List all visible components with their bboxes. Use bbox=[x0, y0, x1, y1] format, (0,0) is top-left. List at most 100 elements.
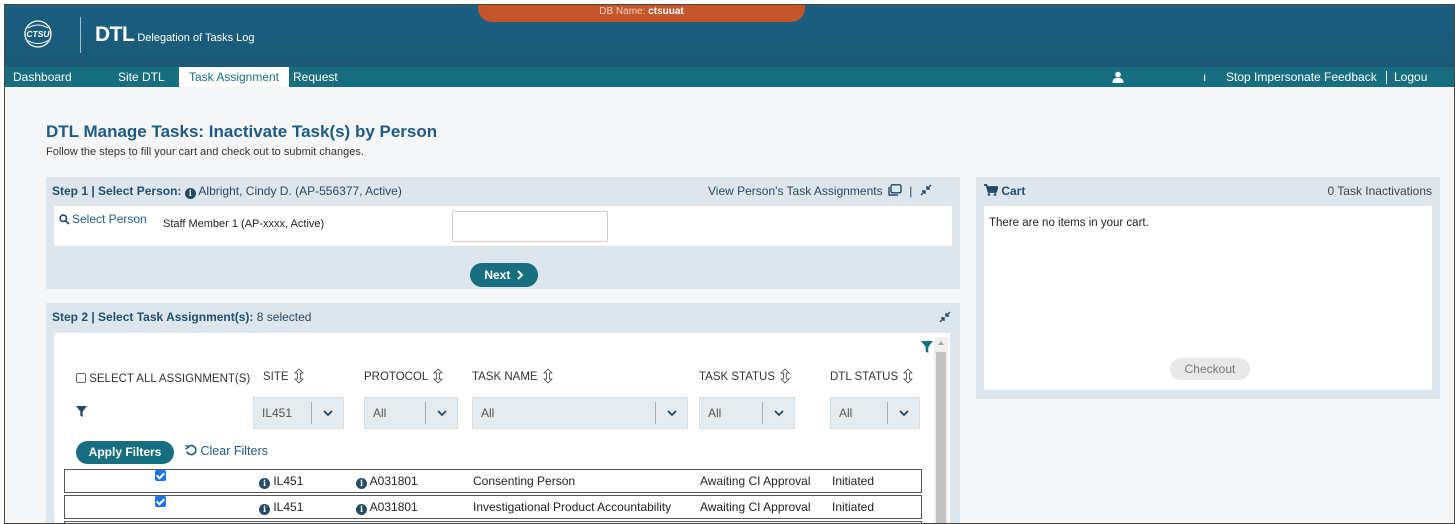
db-name-label: DB Name: bbox=[599, 6, 649, 17]
cell-protocol: i A031801 bbox=[356, 470, 418, 492]
nav-task-assignment[interactable]: Task Assignment bbox=[179, 67, 289, 87]
filter-icon bbox=[76, 406, 87, 417]
sort-icon[interactable] bbox=[433, 368, 444, 384]
info-icon[interactable]: i bbox=[356, 478, 367, 489]
step1-header-actions: View Person's Task Assignments | bbox=[708, 177, 932, 205]
table-row[interactable]: i IL451 i A031801 Consenting Person Awai… bbox=[64, 469, 922, 493]
site-filter-select[interactable]: IL451 bbox=[253, 397, 344, 429]
cell-site: i IL451 bbox=[259, 470, 303, 492]
sort-icon[interactable] bbox=[542, 368, 553, 384]
task-status-filter-select[interactable]: All bbox=[699, 397, 795, 429]
clear-filters-link[interactable]: Clear Filters bbox=[185, 444, 268, 458]
task-name-filter-select[interactable]: All bbox=[472, 397, 688, 429]
column-task-name[interactable]: TASK NAME bbox=[472, 368, 553, 384]
step2-label: Step 2 | Select Task Assignment(s): bbox=[52, 310, 254, 324]
chevron-down-icon[interactable] bbox=[887, 402, 919, 424]
cell-protocol-value: A031801 bbox=[369, 474, 418, 488]
cart-empty-message: There are no items in your cart. bbox=[989, 217, 1149, 229]
chevron-down-icon[interactable] bbox=[762, 402, 794, 424]
step2-header: Step 2 | Select Task Assignment(s): 8 se… bbox=[46, 303, 960, 331]
cell-task-name: Consenting Person bbox=[473, 474, 576, 488]
column-task-status[interactable]: TASK STATUS bbox=[699, 368, 791, 384]
sort-icon[interactable] bbox=[293, 368, 304, 384]
nav-site-dtl[interactable]: Site DTL bbox=[112, 67, 171, 87]
cart-panel: Cart 0 Task Inactivations There are no i… bbox=[976, 177, 1440, 399]
app-abbr: DTL bbox=[95, 23, 135, 46]
nav-dashboard[interactable]: Dashboard bbox=[7, 67, 78, 87]
column-protocol[interactable]: PROTOCOL bbox=[364, 368, 444, 384]
info-icon[interactable]: i bbox=[356, 504, 367, 515]
logout-link[interactable]: Logou bbox=[1394, 67, 1427, 87]
dtl-status-filter-value: All bbox=[839, 406, 853, 420]
task-name-filter-value: All bbox=[481, 406, 495, 420]
app-name: Delegation of Tasks Log bbox=[137, 32, 255, 44]
select-person-input[interactable] bbox=[452, 211, 608, 242]
table-scrollbar[interactable] bbox=[934, 337, 948, 523]
protocol-filter-value: All bbox=[373, 406, 387, 420]
stop-impersonate-link[interactable]: Stop Impersonate bbox=[1226, 67, 1321, 87]
cell-protocol: i A031801 bbox=[356, 496, 418, 518]
nav-separator bbox=[1386, 71, 1387, 84]
filter-icon[interactable] bbox=[921, 341, 933, 353]
chevron-down-icon[interactable] bbox=[311, 402, 343, 424]
page-subtitle: Follow the steps to fill your cart and c… bbox=[46, 146, 364, 158]
select-person-box: Select Person Staff Member 1 (AP-xxxx, A… bbox=[54, 206, 952, 246]
row-checkbox[interactable] bbox=[155, 496, 166, 507]
apply-filters-button[interactable]: Apply Filters bbox=[76, 441, 174, 464]
cell-task-status: Awaiting CI Approval bbox=[700, 500, 811, 514]
table-row[interactable]: i IL451 i A031801 Investigational Produc… bbox=[64, 495, 922, 519]
select-all-checkbox[interactable] bbox=[76, 373, 86, 383]
header-divider bbox=[80, 17, 81, 53]
feedback-link[interactable]: Feedback bbox=[1324, 67, 1377, 87]
info-icon[interactable]: i bbox=[184, 188, 196, 199]
collapse-icon[interactable] bbox=[920, 184, 932, 196]
select-all-label: SELECT ALL ASSIGNMENT(S) bbox=[89, 373, 251, 385]
reset-icon bbox=[185, 444, 197, 456]
step2-panel: Step 2 | Select Task Assignment(s): 8 se… bbox=[46, 303, 960, 523]
column-task-name-label: TASK NAME bbox=[472, 371, 538, 383]
protocol-filter-select[interactable]: All bbox=[364, 397, 458, 429]
select-person-label: Select Person bbox=[72, 212, 147, 226]
step1-label: Step 1 | Select Person: bbox=[52, 184, 182, 198]
cart-icon bbox=[984, 184, 999, 196]
new-window-icon[interactable] bbox=[888, 184, 902, 196]
scrollbar-thumb[interactable] bbox=[936, 352, 946, 523]
view-task-assignments-link[interactable]: View Person's Task Assignments bbox=[708, 184, 883, 198]
chevron-down-icon[interactable] bbox=[425, 402, 457, 424]
sort-icon[interactable] bbox=[780, 368, 791, 384]
nav-request[interactable]: Request bbox=[287, 67, 344, 87]
next-button-label: Next bbox=[484, 268, 511, 282]
db-name-tab: DB Name: ctsuuat bbox=[478, 5, 805, 22]
checkout-button[interactable]: Checkout bbox=[1170, 358, 1250, 380]
step2-selected-count: 8 selected bbox=[256, 310, 312, 324]
cell-protocol-value: A031801 bbox=[369, 500, 418, 514]
chevron-down-icon[interactable] bbox=[655, 402, 687, 424]
page-title: DTL Manage Tasks: Inactivate Task(s) by … bbox=[46, 122, 438, 141]
info-icon[interactable]: i bbox=[259, 504, 270, 515]
column-dtl-status[interactable]: DTL STATUS bbox=[830, 368, 914, 384]
column-site[interactable]: SITE bbox=[263, 368, 304, 384]
column-task-status-label: TASK STATUS bbox=[699, 371, 776, 383]
main-nav: Dashboard Site DTL Task Assignment Reque… bbox=[5, 67, 1454, 87]
scroll-up-icon[interactable] bbox=[934, 338, 948, 348]
select-all-checkbox-group[interactable]: SELECT ALL ASSIGNMENT(S) bbox=[76, 373, 250, 385]
user-icon[interactable] bbox=[1112, 71, 1124, 83]
cell-site-value: IL451 bbox=[273, 474, 304, 488]
step1-person: Albright, Cindy D. (AP-556377, Active) bbox=[198, 184, 402, 198]
ctsu-logo[interactable]: CTSU bbox=[22, 19, 54, 49]
dtl-status-filter-select[interactable]: All bbox=[830, 397, 920, 429]
info-icon[interactable]: i bbox=[259, 478, 270, 489]
cell-site: i IL451 bbox=[259, 496, 303, 518]
sort-icon[interactable] bbox=[903, 368, 914, 384]
task-assignment-table: SELECT ALL ASSIGNMENT(S) SITE PROTOCOL T… bbox=[54, 333, 950, 523]
row-checkbox[interactable] bbox=[155, 470, 166, 481]
app-window: DB Name: ctsuuat CTSU DTL Delegation of T… bbox=[4, 4, 1455, 524]
app-title: DTL Delegation of Tasks Log bbox=[95, 23, 255, 47]
cell-dtl-status: Initiated bbox=[832, 500, 875, 514]
header-separator: | bbox=[909, 184, 913, 198]
cell-task-name: Investigational Product Accountability bbox=[473, 500, 672, 514]
column-protocol-label: PROTOCOL bbox=[364, 371, 428, 383]
select-person-value: Staff Member 1 (AP-xxxx, Active) bbox=[163, 218, 325, 230]
next-button[interactable]: Next bbox=[470, 263, 538, 287]
collapse-icon[interactable] bbox=[939, 311, 951, 323]
